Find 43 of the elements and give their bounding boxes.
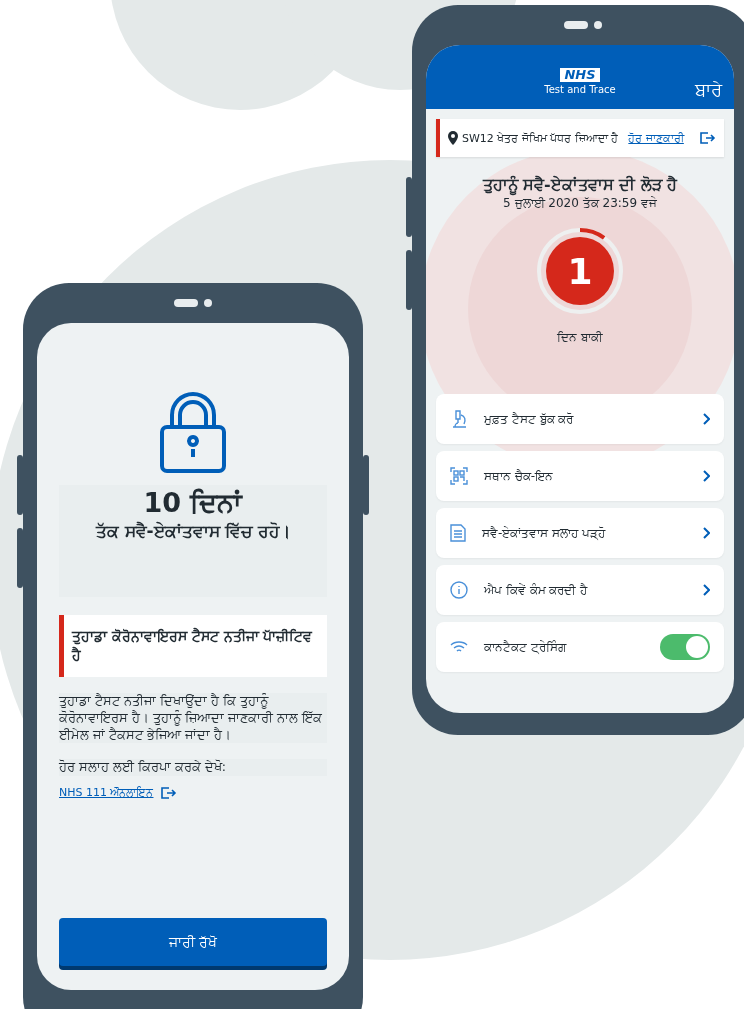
days-title: 10 ਦਿਨਾਂ xyxy=(143,487,243,519)
menu-item[interactable]: ਸਥਾਨ ਚੈਕ-ਇਨ xyxy=(436,451,724,501)
menu-item[interactable]: ਕਾਨਟੈਕਟ ਟ੍ਰੇਸਿੰਗ xyxy=(436,622,724,672)
menu-item-label: ਕਾਨਟੈਕਟ ਟ੍ਰੇਸਿੰਗ xyxy=(484,640,568,654)
document-icon xyxy=(450,524,466,542)
chevron-right-icon xyxy=(702,413,710,425)
nhs-111-link[interactable]: NHS 111 ਔਨਲਾਇਨ xyxy=(59,786,154,800)
chevron-right-icon xyxy=(702,584,710,596)
menu-item[interactable]: ਮੁਫ਼ਤ ਟੈਸਟ ਬੁੱਕ ਕਰੋ xyxy=(436,394,724,444)
external-link-icon xyxy=(161,786,178,799)
external-link-icon xyxy=(700,132,716,144)
isolation-title: ਤੁਹਾਨੂੰ ਸਵੈ-ਏਕਾਂਤਵਾਸ ਦੀ ਲੋੜ ਹੈ xyxy=(482,175,678,194)
menu-item[interactable]: ਐਪ ਕਿਵੇਂ ਕੰਮ ਕਰਦੀ ਹੈ xyxy=(436,565,724,615)
toggle-switch[interactable] xyxy=(660,634,710,660)
result-description: ਤੁਹਾਡਾ ਟੈਸਟ ਨਤੀਜਾ ਦਿਖਾਉਂਦਾ ਹੈ ਕਿ ਤੁਹਾਨੂੰ ਕੋਰੋਨਾਵਾਇਰਸ ਹੈ। ਤੁਹਾਨੂੰ ਜ਼ਿਆਦਾ ਜਾਣਕਾਰੀ ਨਾਲ ਇੱਕ ਈਮੇਲ ਜਾਂ ਟੈਕਸਟ ਭੇਜਿਆ ਜਾਂਦਾ ਹੈ। xyxy=(59,692,327,744)
days-remaining-label: ਦਿਨ ਬਾਕੀ xyxy=(557,330,603,344)
more-info-link[interactable]: ਹੋਰ ਜਾਣਕਾਰੀ xyxy=(628,131,684,145)
deadline-text: 5 ਜੁਲਾਈ 2020 ਤੱਕ 23:59 ਵਜੇ xyxy=(503,196,657,210)
camera-dot xyxy=(594,21,602,29)
chevron-right-icon xyxy=(702,470,710,482)
isolation-subtitle: ਤੱਕ ਸਵੈ-ਏਕਾਂਤਵਾਸ ਵਿੱਚ ਰਹੋ। xyxy=(95,521,291,541)
result-banner: ਤੁਹਾਡਾ ਕੋਰੋਨਾਵਾਇਰਸ ਟੈਸਟ ਨਤੀਜਾ ਪਾੱਜ਼ੀਟਿਵ ਹੈ xyxy=(59,615,327,677)
menu-item-label: ਸਵੈ-ਏਕਾਂਤਵਾਸ ਸਲਾਹ ਪੜ੍ਹੋ xyxy=(482,526,607,540)
nhs-logo: NHS xyxy=(560,67,600,82)
wifi-icon xyxy=(450,640,468,654)
speaker-slot xyxy=(174,299,198,307)
about-link[interactable]: ਬਾਰੇ xyxy=(695,79,722,101)
microscope-icon xyxy=(450,409,468,429)
padlock-icon xyxy=(158,389,228,475)
info-icon xyxy=(450,581,468,599)
location-pin-icon xyxy=(448,131,458,145)
logo-subtitle: Test and Trace xyxy=(544,83,616,95)
menu-item-label: ਮੁਫ਼ਤ ਟੈਸਟ ਬੁੱਕ ਕਰੋ xyxy=(484,412,575,426)
speaker-slot xyxy=(564,21,588,29)
menu-item-label: ਸਥਾਨ ਚੈਕ-ਇਨ xyxy=(484,469,555,483)
menu-item[interactable]: ਸਵੈ-ਏਕਾਂਤਵਾਸ ਸਲਾਹ ਪੜ੍ਹੋ xyxy=(436,508,724,558)
risk-level-text: SW12 ਖੇਤਰ ਜੋਖਿਮ ਪੱਧਰ ਜ਼ਿਆਦਾ ਹੈ xyxy=(462,131,619,145)
menu-item-label: ਐਪ ਕਿਵੇਂ ਕੰਮ ਕਰਦੀ ਹੈ xyxy=(484,583,589,597)
chevron-right-icon xyxy=(702,527,710,539)
toggle-knob xyxy=(686,636,708,658)
camera-dot xyxy=(204,299,212,307)
qr-code-icon xyxy=(450,467,468,485)
advice-label: ਹੋਰ ਸਲਾਹ ਲਈ ਕਿਰਪਾ ਕਰਕੇ ਦੇਖੋ: xyxy=(59,759,327,777)
